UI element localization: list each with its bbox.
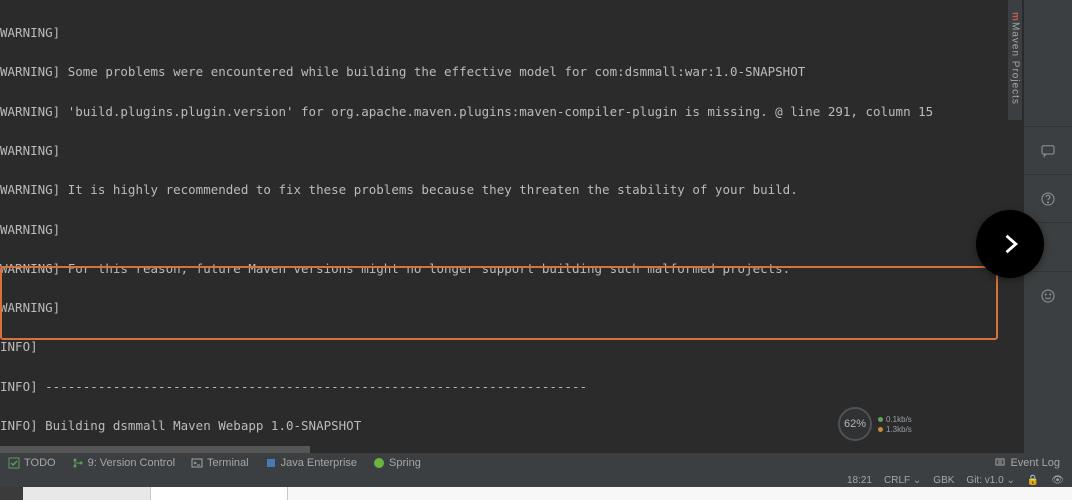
gutter-spacer xyxy=(1024,0,1072,127)
smile-icon xyxy=(1039,287,1057,305)
memory-percent: 62% xyxy=(838,407,872,441)
terminal-tab[interactable]: Terminal xyxy=(183,453,257,473)
line-separator[interactable]: CRLF ⌄ xyxy=(884,475,921,486)
terminal-label: Terminal xyxy=(207,457,249,469)
upload-dot-icon xyxy=(878,427,883,432)
help-tool-button[interactable] xyxy=(1024,175,1072,223)
comment-tool-button[interactable] xyxy=(1024,127,1072,175)
memory-badge: 62% 0.1kb/s 1.3kb/s xyxy=(838,407,912,441)
outer-strip xyxy=(23,487,151,500)
help-icon xyxy=(1039,190,1057,208)
spring-icon xyxy=(373,457,385,469)
feedback-tool-button[interactable] xyxy=(1024,271,1072,319)
vcs-tab[interactable]: 9: Version Control xyxy=(64,453,183,473)
download-rate: 0.1kb/s xyxy=(886,415,912,424)
console-content[interactable]: WARNING] WARNING] Some problems were enc… xyxy=(0,0,1008,453)
log-line: WARNING] It is highly recommended to fix… xyxy=(0,183,1008,196)
log-line: WARNING] Some problems were encountered … xyxy=(0,65,1008,78)
vcs-icon xyxy=(72,457,84,469)
log-line: WARNING] xyxy=(0,26,1008,39)
lock-icon[interactable]: 🔒 xyxy=(1027,475,1039,486)
comment-icon xyxy=(1039,142,1057,160)
log-line: WARNING] xyxy=(0,301,1008,314)
caret-position[interactable]: 18:21 xyxy=(847,475,872,486)
tool-window-bar: TODO 9: Version Control Terminal Java En… xyxy=(0,453,1072,473)
maven-tool-tab[interactable]: m Maven Projects xyxy=(1008,0,1022,120)
event-log-tab[interactable]: Event Log xyxy=(982,456,1072,471)
outer-app-strip xyxy=(0,487,1072,500)
javaee-label: Java Enterprise xyxy=(281,457,357,469)
vcs-label: 9: Version Control xyxy=(88,457,175,469)
todo-icon xyxy=(8,457,20,469)
file-encoding[interactable]: GBK xyxy=(933,475,954,486)
log-line: WARNING] xyxy=(0,144,1008,157)
git-branch[interactable]: Git: v1.0 ⌄ xyxy=(966,475,1014,486)
inspection-icon[interactable]: 👁 xyxy=(1051,475,1064,486)
spring-label: Spring xyxy=(389,457,421,469)
javaee-tab[interactable]: Java Enterprise xyxy=(257,453,365,473)
scrollbar-thumb[interactable] xyxy=(0,446,310,453)
status-bar: 18:21 CRLF ⌄ GBK Git: v1.0 ⌄ 🔒 👁 xyxy=(0,473,1072,487)
download-dot-icon xyxy=(878,417,883,422)
spring-tab[interactable]: Spring xyxy=(365,453,429,473)
todo-tab[interactable]: TODO xyxy=(0,453,64,473)
net-stats: 0.1kb/s 1.3kb/s xyxy=(878,415,912,434)
log-line: WARNING] For this reason, future Maven v… xyxy=(0,262,1008,275)
maven-tool-label: Maven Projects xyxy=(1010,22,1021,105)
todo-label: TODO xyxy=(24,457,56,469)
log-line: INFO] xyxy=(0,340,1008,353)
console-output-panel: WARNING] WARNING] Some problems were enc… xyxy=(0,0,1008,453)
terminal-icon xyxy=(191,457,203,469)
log-line: WARNING] 'build.plugins.plugin.version' … xyxy=(0,105,1008,118)
maven-m-icon: m xyxy=(1010,12,1021,22)
javaee-icon xyxy=(265,457,277,469)
event-log-label: Event Log xyxy=(1010,457,1060,469)
upload-rate: 1.3kb/s xyxy=(886,425,912,434)
chevron-right-icon xyxy=(996,230,1024,258)
next-slide-button[interactable] xyxy=(976,210,1044,278)
outer-strip xyxy=(151,487,288,500)
outer-dark-corner xyxy=(0,487,23,500)
horizontal-scrollbar[interactable] xyxy=(0,446,1008,453)
log-line: WARNING] xyxy=(0,223,1008,236)
log-line: INFO] ----------------------------------… xyxy=(0,380,1008,393)
event-log-icon xyxy=(994,456,1006,471)
